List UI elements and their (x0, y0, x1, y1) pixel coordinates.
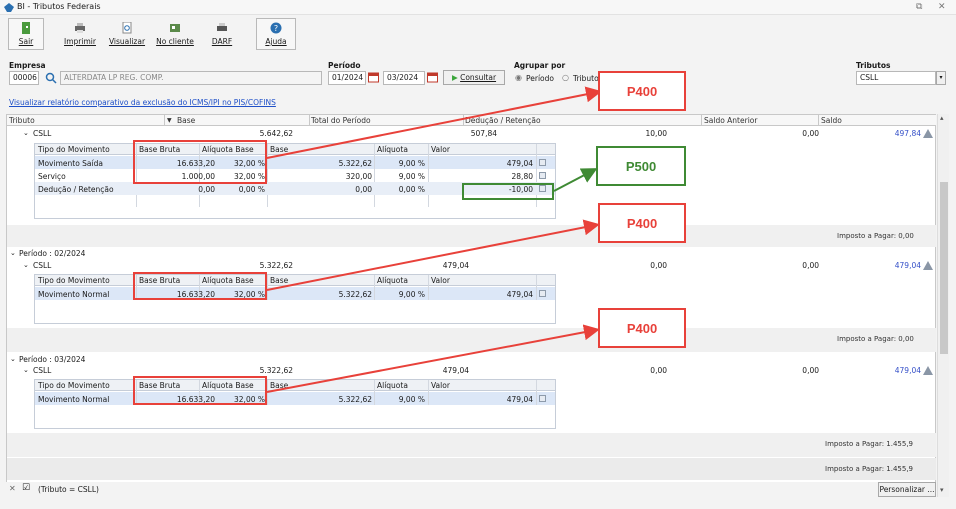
annotation-p400: P400 (598, 71, 686, 111)
annotation-p500: P500 (596, 146, 686, 186)
annotation-p400: P400 (598, 203, 686, 243)
annotation-p400: P400 (598, 308, 686, 348)
annotation-arrows (266, 86, 602, 393)
